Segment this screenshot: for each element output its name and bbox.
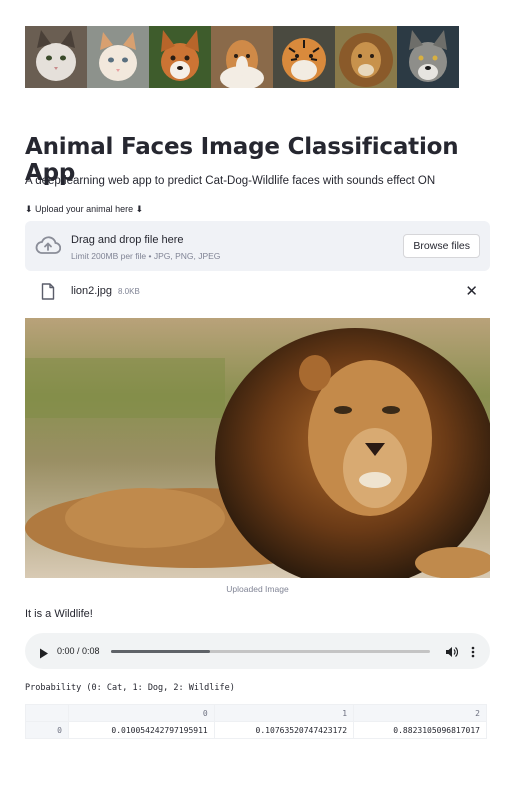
- page-subtitle: A deep learning web app to predict Cat-D…: [25, 175, 436, 187]
- audio-progress-fill: [111, 650, 210, 653]
- audio-player[interactable]: 0:00 / 0:08: [25, 633, 490, 669]
- banner-tile-tiger: [273, 26, 335, 88]
- banner-tile-dog-1: [149, 26, 211, 88]
- image-caption: Uploaded Image: [226, 584, 289, 594]
- column-header: 2: [353, 704, 487, 722]
- more-options-icon[interactable]: [471, 645, 475, 663]
- uploaded-file-row: lion2.jpg 8.0KB ✕: [25, 280, 490, 304]
- banner-tile-lion: [335, 26, 397, 88]
- browse-files-button[interactable]: Browse files: [403, 234, 480, 258]
- cloud-upload-icon: [35, 235, 62, 260]
- cat-probability-cell: 0.010054242797195911: [68, 721, 215, 739]
- column-header: 0: [68, 704, 215, 722]
- probability-label: Probability (0: Cat, 1: Dog, 2: Wildlife…: [25, 683, 235, 693]
- banner-tile-cat-1: [25, 26, 87, 88]
- dropzone-limit-text: Limit 200MB per file • JPG, PNG, JPEG: [71, 251, 221, 261]
- banner-tile-cat-2: [87, 26, 149, 88]
- uploaded-lion-image: [25, 318, 490, 578]
- row-index: 0: [25, 721, 69, 739]
- prediction-result: It is a Wildlife!: [25, 608, 93, 620]
- play-icon[interactable]: [39, 646, 49, 664]
- dropzone-title: Drag and drop file here: [71, 234, 184, 246]
- dataframe-header-row: 0 1 2: [25, 704, 487, 722]
- banner-image-strip: [25, 26, 459, 88]
- probability-dataframe: 0 1 2 0 0.010054242797195911 0.107635207…: [25, 704, 487, 739]
- file-icon: [41, 283, 55, 305]
- table-row: 0 0.010054242797195911 0.107635207474231…: [25, 721, 487, 739]
- audio-seek-bar[interactable]: [111, 650, 430, 653]
- remove-file-close-icon[interactable]: ✕: [465, 282, 478, 300]
- volume-icon[interactable]: [445, 645, 459, 663]
- audio-time: 0:00 / 0:08: [57, 646, 100, 656]
- upload-label: ⬇ Upload your animal here ⬇: [25, 204, 144, 214]
- dog-probability-cell: 0.10763520747423172: [213, 721, 355, 739]
- banner-tile-dog-2: [211, 26, 273, 88]
- wildlife-probability-cell: 0.8823105096817017: [353, 721, 487, 739]
- column-header: 1: [213, 704, 355, 722]
- banner-tile-wolf: [397, 26, 459, 88]
- file-dropzone[interactable]: Drag and drop file here Limit 200MB per …: [25, 221, 490, 271]
- dataframe-corner-cell: [25, 704, 69, 722]
- file-size: 8.0KB: [118, 287, 140, 296]
- file-name: lion2.jpg: [71, 285, 112, 297]
